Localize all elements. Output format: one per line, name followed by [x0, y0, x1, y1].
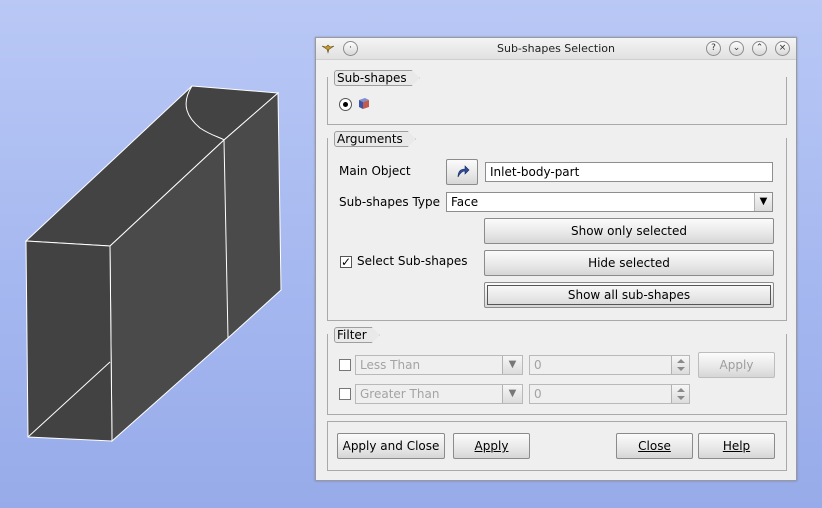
greater-than-select[interactable]: Greater Than ▼ [355, 384, 523, 404]
filter-group: Filter Less Than ▼ 0 Apply Greater Than … [327, 334, 787, 415]
single-subshape-icon [359, 98, 369, 109]
dropdown-arrow-icon[interactable]: ▼ [754, 193, 772, 211]
apply-and-close-button[interactable]: Apply and Close [337, 433, 445, 459]
show-only-selected-button[interactable]: Show only selected [484, 218, 774, 244]
filter-group-title: Filter [334, 327, 380, 343]
subshapes-group: Sub-shapes [327, 77, 787, 125]
subshapes-group-title: Sub-shapes [334, 70, 420, 86]
arguments-group: Arguments Main Object Inlet-body-part Su… [327, 138, 787, 321]
select-arrow-icon [457, 165, 470, 178]
greater-than-value-spinbox[interactable]: 0 [529, 384, 690, 404]
help-icon[interactable]: ? [706, 41, 721, 56]
footer-group: Apply and Close Apply Close Help [327, 421, 787, 471]
3d-viewport[interactable] [0, 0, 310, 508]
greater-than-spin-arrows-icon[interactable] [671, 385, 689, 403]
maximize-icon[interactable]: ⌃ [752, 41, 767, 56]
subshape-mode-radio[interactable] [339, 98, 352, 111]
hide-selected-button[interactable]: Hide selected [484, 250, 774, 276]
help-button-label: Help [722, 439, 751, 453]
subshapes-type-label: Sub-shapes Type [339, 195, 441, 209]
less-than-spin-arrows-icon[interactable] [671, 356, 689, 374]
show-all-subshapes-button[interactable]: Show all sub-shapes [484, 282, 774, 308]
dialog-titlebar[interactable]: · Sub-shapes Selection ? ⌄ ⌃ × [316, 38, 796, 60]
less-than-dropdown-icon[interactable]: ▼ [502, 356, 522, 374]
close-button-label: Close [638, 439, 671, 453]
apply-button-label: Apply [474, 439, 509, 453]
dialog-title: Sub-shapes Selection [496, 42, 616, 55]
subshapes-selection-dialog: · Sub-shapes Selection ? ⌄ ⌃ × Sub-shape… [315, 37, 797, 481]
close-button[interactable]: Close [616, 433, 693, 459]
less-than-select[interactable]: Less Than ▼ [355, 355, 523, 375]
arguments-group-title: Arguments [334, 131, 416, 147]
main-object-select-button[interactable] [446, 159, 478, 185]
model-shape[interactable] [24, 85, 282, 443]
filter-apply-button[interactable]: Apply [698, 352, 775, 378]
select-subshapes-label: Select Sub-shapes [357, 254, 468, 268]
subshapes-type-value: Face [451, 195, 479, 209]
greater-than-label: Greater Than [360, 387, 440, 401]
greater-than-dropdown-icon[interactable]: ▼ [502, 385, 522, 403]
help-button[interactable]: Help [698, 433, 775, 459]
main-object-field[interactable]: Inlet-body-part [485, 162, 773, 182]
main-object-label: Main Object [339, 164, 411, 178]
model-front-face [25, 240, 113, 442]
less-than-value-spinbox[interactable]: 0 [529, 355, 690, 375]
close-icon[interactable]: × [775, 41, 790, 56]
less-than-checkbox[interactable] [339, 359, 351, 371]
apply-button[interactable]: Apply [453, 433, 530, 459]
select-subshapes-checkbox[interactable]: ✓ [340, 256, 352, 268]
less-than-value: 0 [534, 358, 542, 372]
minimize-icon[interactable]: ⌄ [729, 41, 744, 56]
subshapes-type-select[interactable]: Face ▼ [446, 192, 773, 212]
less-than-label: Less Than [360, 358, 421, 372]
greater-than-checkbox[interactable] [339, 388, 351, 400]
greater-than-value: 0 [534, 387, 542, 401]
